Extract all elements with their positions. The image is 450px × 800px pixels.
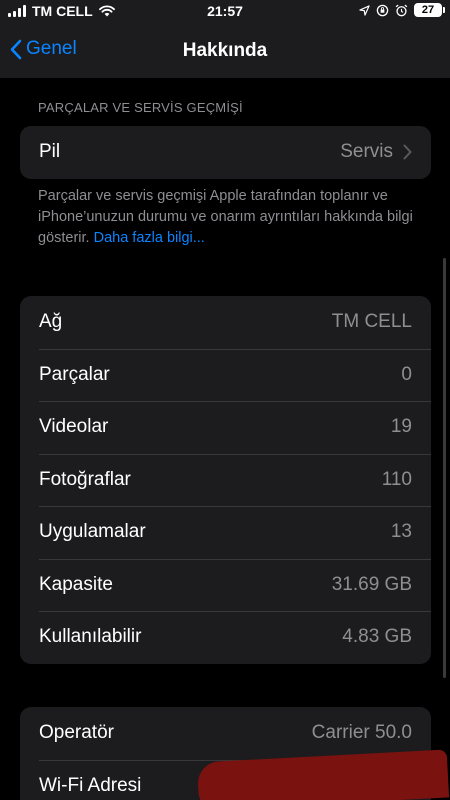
videos-label: Videolar (39, 416, 109, 438)
carrier-value: Carrier 50.0 (311, 722, 412, 744)
battery-row-label: Pil (39, 141, 61, 163)
wifi-address-label: Wi-Fi Adresi (39, 774, 142, 796)
available-label: Kullanılabilir (39, 626, 142, 648)
available-value: 4.83 GB (342, 626, 412, 648)
photos-row: Fotoğraflar 110 (20, 453, 431, 507)
page-title: Hakkında (182, 40, 268, 61)
parts-row: Parçalar 0 (20, 348, 431, 402)
available-row: Kullanılabilir 4.83 GB (20, 611, 431, 664)
battery-icon: 27 (414, 3, 445, 17)
videos-row: Videolar 19 (20, 401, 431, 454)
capacity-row: Kapasite 31.69 GB (20, 558, 431, 612)
network-row: Ağ TM CELL (20, 296, 431, 349)
parts-value: 0 (401, 363, 412, 385)
learn-more-link[interactable]: Daha fazla bilgi... (94, 230, 205, 246)
parts-group: Pil Servis (20, 126, 431, 179)
navigation-bar: Genel Hakkında (0, 26, 450, 78)
carrier-label: Operatör (39, 722, 114, 744)
applications-label: Uygulamalar (39, 521, 146, 543)
network-label: Ağ (39, 311, 63, 333)
status-right: 27 (359, 3, 445, 17)
photos-label: Fotoğraflar (39, 468, 131, 490)
carrier-row: Operatör Carrier 50.0 (20, 707, 431, 760)
capacity-value: 31.69 GB (331, 573, 412, 595)
settings-content[interactable]: PARÇALAR VE SERVİS GEÇMİŞİ Pil Servis Pa… (0, 78, 450, 800)
alarm-icon (395, 4, 408, 16)
applications-value: 13 (390, 521, 412, 543)
battery-row[interactable]: Pil Servis (20, 126, 431, 179)
videos-value: 19 (390, 416, 412, 438)
parts-section-header: PARÇALAR VE SERVİS GEÇMİŞİ (38, 100, 243, 115)
orientation-lock-icon (376, 4, 389, 16)
battery-row-value: Servis (340, 141, 393, 163)
photos-value: 110 (381, 468, 412, 490)
network-value: TM CELL (331, 311, 412, 333)
parts-label: Parçalar (39, 363, 110, 385)
capacity-label: Kapasite (39, 573, 113, 595)
chevron-right-icon (403, 144, 412, 160)
info-group: Ağ TM CELL Parçalar 0 Videolar 19 Fotoğr… (20, 296, 431, 664)
parts-section-footer: Parçalar ve servis geçmişi Apple tarafın… (38, 186, 418, 249)
status-bar: TM CELL 21:57 27 (0, 0, 450, 26)
location-arrow-icon (359, 4, 370, 16)
applications-row: Uygulamalar 13 (20, 506, 431, 559)
scroll-indicator[interactable] (443, 258, 446, 678)
